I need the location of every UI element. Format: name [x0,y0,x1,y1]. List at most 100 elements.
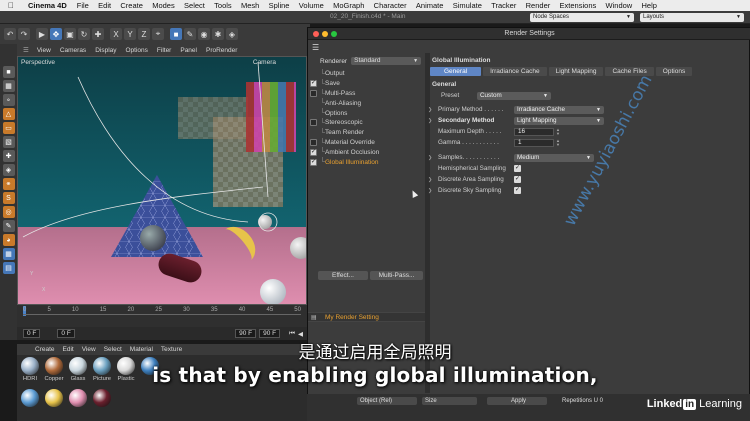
viewport-menu-options[interactable]: Options [126,47,148,54]
menu-item-mograph[interactable]: MoGraph [333,1,364,10]
skip-back-icon[interactable]: ⏮ [289,330,295,338]
layer-icon[interactable]: ▤ [2,262,15,274]
scale-tool-icon[interactable]: ▣ [64,28,76,40]
spinner-icon[interactable]: ▲ ▼ [556,127,560,136]
viewport-menu-cameras[interactable]: Cameras [60,47,86,54]
enable-axis-icon[interactable]: ✚ [2,150,15,162]
tab-light-mapping[interactable]: Light Mapping [548,67,604,76]
menu-item-create[interactable]: Create [120,1,143,10]
transform-icon[interactable]: ✚ [92,28,104,40]
material-swatch[interactable] [91,389,113,408]
preset-select[interactable]: Custom ▼ [477,91,551,100]
tweak-icon[interactable]: ◈ [2,164,15,176]
paint-icon[interactable]: ✎ [2,220,15,232]
material-swatch[interactable] [19,389,41,408]
hemispherical-checkbox[interactable]: ✓ [514,165,521,172]
tab-options[interactable]: Options [655,67,693,76]
workplane-icon[interactable]: S [2,192,15,204]
start-frame-field[interactable]: 0 F [23,329,41,338]
move-tool-icon[interactable]: ✥ [50,28,62,40]
timeline[interactable]: 0 5 10 15 20 25 30 35 40 45 50 [17,305,307,327]
material-swatch[interactable] [43,389,65,408]
menu-item-extensions[interactable]: Extensions [560,1,597,10]
axis-z-icon[interactable]: Z [138,28,150,40]
repetitions-field[interactable]: Repetitions U 0 [559,397,629,405]
expand-icon[interactable]: ❯ [428,188,438,194]
select-tool-icon[interactable]: ▶ [36,28,48,40]
menu-item-help[interactable]: Help [642,1,657,10]
tree-item-team-render[interactable]: Team Render [308,127,425,138]
effect-button[interactable]: Effect... [318,271,368,280]
minimize-window-icon[interactable] [322,31,328,37]
tree-item-material-override[interactable]: Material Override [308,137,425,148]
tab-irradiance-cache[interactable]: Irradiance Cache [483,67,547,76]
tree-item-stereoscopic[interactable]: Stereoscopic [308,117,425,128]
grid-icon[interactable]: ▦ [2,248,15,260]
render-setting-item[interactable]: ▤ My Render Setting [308,312,425,322]
max-depth-input[interactable]: 16 ▲ ▼ [514,127,560,136]
viewport-menu-display[interactable]: Display [95,47,116,54]
tree-checkbox[interactable]: ✓ [310,158,317,166]
primary-method-select[interactable]: Irradiance Cache ▼ [514,105,604,114]
discrete-area-checkbox[interactable]: ✓ [514,176,521,183]
viewport[interactable]: Perspective Camera Y X [17,56,307,305]
tree-item-multi-pass[interactable]: Multi-Pass [308,88,425,99]
current-frame-field[interactable]: 0 F [57,329,75,338]
texture-mode-icon[interactable]: ▦ [2,80,15,92]
edges-mode-icon[interactable]: △ [2,108,15,120]
menu-item-render[interactable]: Render [526,1,551,10]
menu-item-modes[interactable]: Modes [152,1,175,10]
spinner-icon[interactable]: ▲ ▼ [556,138,560,147]
tree-item-anti-aliasing[interactable]: Anti-Aliasing [308,98,425,108]
renderer-select[interactable]: Standard ▼ [351,57,422,65]
menu-item-mesh[interactable]: Mesh [241,1,259,10]
redo-icon[interactable]: ↷ [18,28,30,40]
apple-icon[interactable]:  [6,1,16,10]
tree-checkbox[interactable] [310,89,317,97]
max-frame-field[interactable]: 90 F [259,329,281,338]
multipass-button[interactable]: Multi-Pass... [370,271,423,280]
tree-item-ambient-occlusion[interactable]: ✓ Ambient Occlusion [308,147,425,157]
menu-item-animate[interactable]: Animate [416,1,444,10]
uv-mode-icon[interactable]: ▧ [2,136,15,148]
rotate-tool-icon[interactable]: ↻ [78,28,90,40]
menu-icon[interactable]: ☰ [312,43,319,52]
tree-checkbox[interactable]: ✓ [310,148,317,156]
discrete-sky-checkbox[interactable]: ✓ [514,187,521,194]
viewport-menu-icons[interactable]: ☰ [23,46,29,54]
pen-icon[interactable]: ✎ [184,28,196,40]
tab-general[interactable]: General [430,67,482,76]
viewport-menu-view[interactable]: View [37,47,51,54]
expand-icon[interactable]: ❯ [428,155,438,161]
viewport-menu-prorender[interactable]: ProRender [206,47,237,54]
node-spaces-select[interactable]: Node Spaces ▼ [530,12,634,22]
tree-item-output[interactable]: Output [308,69,425,79]
polygons-mode-icon[interactable]: ▭ [2,122,15,134]
viewport-menu-filter[interactable]: Filter [157,47,171,54]
size-select[interactable]: Size [422,397,477,405]
deformer-icon[interactable]: ◈ [226,28,238,40]
menu-item-edit[interactable]: Edit [98,1,111,10]
coordinate-system-icon[interactable]: ⌖ [152,28,164,40]
menu-item-select[interactable]: Select [184,1,205,10]
menu-item-window[interactable]: Window [606,1,633,10]
apply-button[interactable]: Apply [487,397,547,405]
menu-item-spline[interactable]: Spline [269,1,290,10]
menu-item-character[interactable]: Character [374,1,407,10]
secondary-method-select[interactable]: Light Mapping ▼ [514,116,604,125]
menu-item-simulate[interactable]: Simulate [453,1,482,10]
expand-icon[interactable]: ❯ [428,118,438,124]
tree-item-global-illumination[interactable]: ✓ Global Illumination [308,157,425,167]
end-frame-field[interactable]: 90 F [235,329,257,338]
tree-checkbox[interactable] [310,138,317,146]
gamma-input[interactable]: 1 ▲ ▼ [514,138,560,147]
snap-icon[interactable]: ⚭ [2,178,15,190]
locked-workplane-icon[interactable]: ◎ [2,206,15,218]
model-mode-icon[interactable]: ■ [2,66,15,78]
tree-item-save[interactable]: ✓ Save [308,78,425,89]
subdivision-icon[interactable]: ◉ [198,28,210,40]
expand-icon[interactable]: ❯ [428,107,438,113]
layouts-select[interactable]: Layouts ▼ [640,12,744,22]
cube-icon[interactable]: ■ [170,28,182,40]
menu-item-file[interactable]: File [77,1,89,10]
